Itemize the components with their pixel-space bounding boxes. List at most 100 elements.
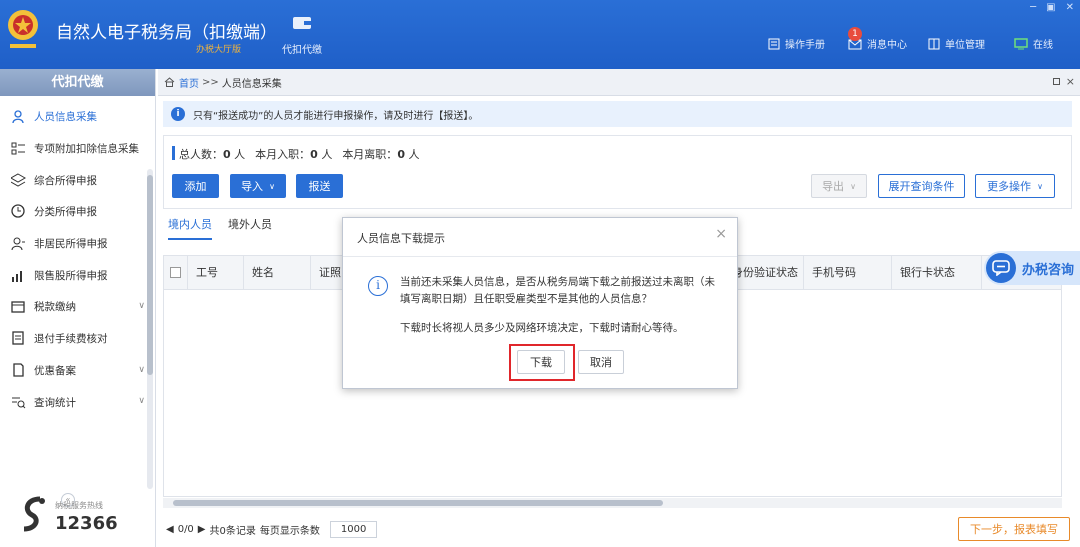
sidebar-item-4[interactable]: 非居民所得申报 [0,228,155,260]
wallet-icon [293,17,311,29]
sidebar-item-7[interactable]: 退付手续费核对 [0,323,155,355]
manual-link[interactable]: 操作手册 [768,36,825,51]
record-count: 共0条记录 [209,526,256,537]
col-employee-id[interactable]: 工号 [188,256,244,290]
expand-query-button[interactable]: 展开查询条件 [878,174,965,198]
tax-consult-widget[interactable]: 办税咨询 [984,251,1080,285]
sidebar-item-2[interactable]: 综合所得申报 [0,164,155,196]
submit-button[interactable]: 报送 [296,174,343,198]
bar-chart-icon [10,267,26,283]
title-bar: 自然人电子税务局（扣缴端） 办税大厅版 代扣代缴 操作手册 消息中心 1 单位管… [0,0,1080,69]
monitor-icon [1014,37,1028,49]
close-tab-button[interactable]: × [1066,75,1075,88]
layers-icon [10,172,26,188]
close-window-button[interactable]: ✕ [1066,2,1074,13]
total-value: 0 [223,148,231,161]
minimize-button[interactable]: ─ [1030,2,1036,13]
document-icon [10,362,26,378]
window-controls: ─ ▣ ✕ [1030,2,1074,13]
message-count-badge: 1 [848,27,862,41]
tab-domestic[interactable]: 境内人员 [168,216,212,240]
joined-value: 0 [310,148,318,161]
person-tabs: 境内人员 境外人员 [168,216,272,240]
sidebar-item-0[interactable]: 人员信息采集 [0,101,155,133]
stats-summary: 总人数：0 人 本月入职：0 人 本月离职：0 人 [172,146,419,161]
breadcrumb-home[interactable]: 首页 [179,75,199,90]
more-label: 更多操作 [987,180,1032,193]
building-icon [928,38,940,49]
sidebar-item-9[interactable]: 查询统计 ∨ [0,386,155,418]
module-withholding[interactable]: 代扣代缴 [274,14,330,56]
export-label: 导出 [822,180,845,193]
horizontal-scrollbar[interactable] [163,498,1062,508]
breadcrumb: 首页 >> 人员信息采集 × [158,69,1080,96]
select-all-cell [164,256,188,290]
list-icon [10,141,26,157]
download-button[interactable]: 下载 [517,350,565,374]
sidebar-item-3[interactable]: 分类所得申报 [0,196,155,228]
sidebar-header: 代扣代缴 [0,69,155,96]
per-page-input[interactable]: 1000 [329,521,378,538]
hotline-label: 纳税服务热线 [55,501,103,510]
sidebar-item-label: 限售股所得申报 [34,269,108,282]
chevron-down-icon: ∨ [138,396,145,407]
tab-overseas[interactable]: 境外人员 [228,216,272,240]
hotline-number: 12366 [55,513,118,534]
breadcrumb-separator: >> [202,76,219,88]
sidebar-item-label: 人员信息采集 [34,111,97,124]
sidebar-item-label: 分类所得申报 [34,206,97,219]
sidebar-item-6[interactable]: 税款缴纳 ∨ [0,291,155,323]
sidebar-item-label: 查询统计 [34,396,76,409]
tax-emblem-icon [8,10,38,48]
chevron-down-icon: ∨ [850,181,856,191]
next-page-icon[interactable]: ▶ [198,524,206,535]
cancel-button[interactable]: 取消 [578,350,624,374]
manual-label: 操作手册 [785,40,825,51]
pagination: ◀ 0/0 ▶ 共0条记录 每页显示条数 1000 [166,521,378,538]
module-label: 代扣代缴 [282,45,322,56]
receipt-icon [10,331,26,347]
chevron-down-icon: ∨ [1037,181,1043,191]
select-all-checkbox[interactable] [170,267,181,278]
messages-label: 消息中心 [867,40,907,51]
info-circle-icon: i [368,276,388,296]
user-globe-icon [10,236,26,252]
sidebar-item-5[interactable]: 限售股所得申报 [0,259,155,291]
chevron-down-icon: ∨ [138,364,145,375]
person-icon [10,109,26,125]
col-bank-status[interactable]: 银行卡状态 [892,256,982,290]
online-status[interactable]: 在线 [1014,36,1053,51]
col-phone[interactable]: 手机号码 [804,256,892,290]
export-button[interactable]: 导出 ∨ [811,174,867,198]
restore-tab-button[interactable] [1053,78,1060,85]
unit-management-link[interactable]: 单位管理 [928,36,985,51]
dialog-close-button[interactable]: × [715,226,727,242]
maximize-button[interactable]: ▣ [1046,2,1055,13]
status-label: 在线 [1033,40,1053,51]
sidebar-item-label: 综合所得申报 [34,174,97,187]
hotline-logo-icon [23,496,45,532]
joined-unit: 人 [321,148,333,161]
total-unit: 人 [234,148,246,161]
sidebar-scrollbar[interactable] [147,169,153,489]
home-icon [164,77,175,87]
sidebar-item-label: 优惠备案 [34,364,76,377]
sidebar-item-8[interactable]: 优惠备案 ∨ [0,355,155,387]
sidebar-item-label: 退付手续费核对 [34,333,108,346]
next-step-button[interactable]: 下一步，报表填写 [958,517,1070,541]
chat-label: 办税咨询 [1022,262,1075,278]
clock-icon [10,204,26,220]
sidebar-item-1[interactable]: 专项附加扣除信息采集 [0,133,155,165]
app-title: 自然人电子税务局（扣缴端） [56,23,277,43]
breadcrumb-current: 人员信息采集 [221,78,282,90]
sidebar: 代扣代缴 人员信息采集专项附加扣除信息采集综合所得申报 分类所得申报非居民所得申报… [0,69,156,547]
more-actions-button[interactable]: 更多操作 ∨ [975,174,1055,198]
left-value: 0 [397,148,405,161]
import-button[interactable]: 导入 ∨ [230,174,286,198]
dialog-message: 当前还未采集人员信息，是否从税务局端下载之前报送过未离职（未填写离职日期）且任职… [400,276,715,305]
left-label: 本月离职： [342,148,398,161]
info-icon: i [171,107,185,121]
add-button[interactable]: 添加 [172,174,219,198]
col-name[interactable]: 姓名 [244,256,311,290]
prev-page-icon[interactable]: ◀ [166,524,174,535]
